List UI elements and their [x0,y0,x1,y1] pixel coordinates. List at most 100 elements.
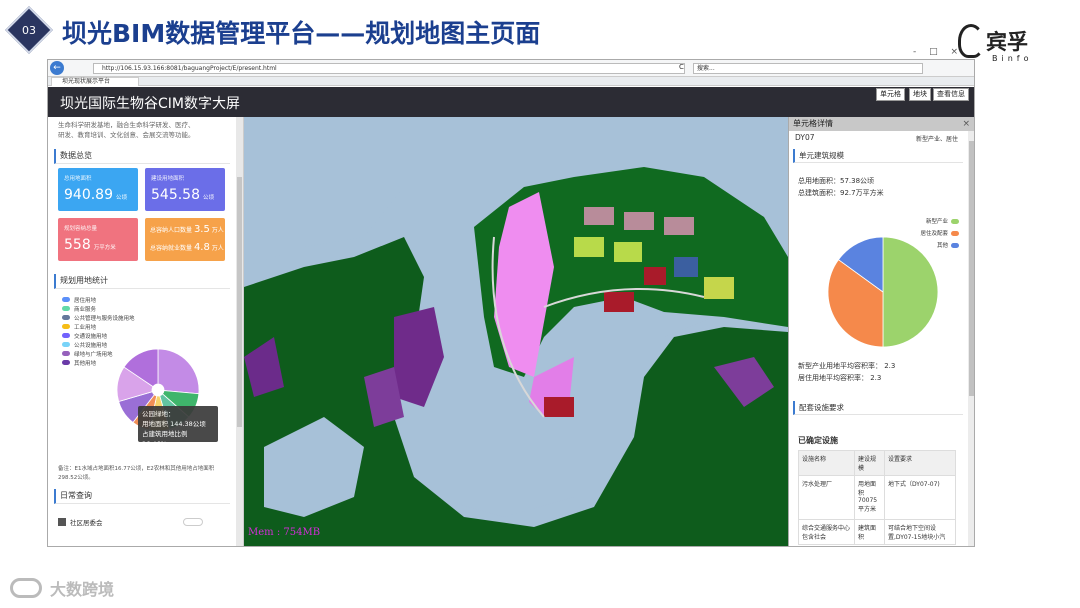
legend-swatch-icon [62,342,70,347]
overview-title: 数据总览 [54,149,230,164]
right-scrollbar[interactable] [968,131,974,546]
query-item[interactable]: 社区居委会 [58,517,203,527]
public-block[interactable] [604,292,634,312]
intro-line-1: 生命科学研发基地，融合生命科学研发、医疗、 [58,121,195,129]
close-window-button[interactable]: × [951,47,959,57]
employment-unit: 万人 [211,245,224,252]
cell-id-row: DY07 新型产业、居住 [789,131,974,143]
table-row[interactable]: 综合交通服务中心包含社会 建筑面积 可结合地下空间设置,DY07-15地块小汽 [798,519,956,545]
refresh-icon[interactable]: C [679,63,684,71]
intro-text: 生命科学研发基地，融合生命科学研发、医疗、 研发、教育培训、文化创意、会展交流等… [48,117,243,141]
right-panel: 单元格详情 × DY07 新型产业、居住 单元建筑规模 总用地面积：57.38公… [788,117,974,546]
residential-far-text: 居住用地平均容积率： 2.3 [798,374,882,382]
total-land-card[interactable]: 总用地面积 940.89 公顷 [58,168,138,211]
legend-item[interactable]: 商业服务 [62,304,243,313]
table-row[interactable]: 污水处理厂 用地面积70075平方米 地下式（DY07-07) [798,475,956,520]
landuse-pie-slice[interactable] [157,348,200,395]
community-icon [58,518,66,526]
landuse-note: 备注：E1水域占地面积16.77公顷，E2农林和其他用地占地面积298.52公顷… [58,466,215,481]
public-block[interactable] [644,267,666,285]
industrial-block[interactable] [704,277,734,299]
browser-window: ← http://106.15.93.166:8081/baguangProje… [47,59,975,547]
card-label: 规划容纳总量 [64,226,98,232]
facility-title: 配套设施要求 [793,401,963,415]
table-cell: 用地面积70075平方米 [854,475,885,520]
browser-search-input[interactable]: 搜索... [693,63,923,74]
back-button[interactable]: ← [50,61,64,75]
planned-capacity-card[interactable]: 规划容纳总量 558 万平方米 [58,218,138,261]
cell-detail-title: 单元格详情 [793,119,833,128]
close-icon[interactable]: × [962,117,970,131]
app-title: 坝光国际生物谷CIM数字大屏 [60,96,240,112]
overview-cards: 总用地面积 940.89 公顷 建设用地面积 545.58 公顷 规划容纳总量 55… [48,168,243,268]
watermark: 大数跨境 [10,576,114,600]
facility-block[interactable] [674,257,698,277]
right-scroll-thumb[interactable] [969,141,974,396]
building-scale-pie-chart[interactable] [823,232,943,352]
slide-number: 03 [22,23,36,37]
legend-item[interactable]: 公共管理与服务设施用地 [62,313,243,322]
legend-swatch-icon [62,315,70,320]
tooltip-ratio: 占建筑用地比例 26.46% [142,430,188,448]
legend-item[interactable]: 工业用地 [62,322,243,331]
table-cell: 综合交通服务中心包含社会 [798,519,855,545]
minimize-button[interactable]: - [913,47,916,57]
legend-swatch-icon [62,324,70,329]
scale-legend-swatch-icon [951,218,959,224]
industrial-block[interactable] [574,237,604,257]
left-panel: 生命科学研发基地，融合生命科学研发、医疗、 研发、教育培训、文化创意、会展交流等… [48,117,244,546]
card-unit: 公顷 [203,195,215,201]
column-header: 设施名称 [798,450,855,476]
window-controls: - □ × [913,47,958,57]
map-canvas[interactable] [244,117,788,547]
url-field[interactable]: http://106.15.93.166:8081/baguangProject… [93,63,685,74]
cell-id: DY07 [795,133,815,142]
maximize-button[interactable]: □ [929,47,938,57]
cell-detail-header: 单元格详情 × [789,117,974,131]
total-land-text: 总用地面积：57.38公顷 [798,177,875,185]
public-block[interactable] [544,397,574,417]
memory-readout: Mem : 754MB [248,527,321,538]
industrial-far-text: 新型产业用地平均容积率： 2.3 [798,362,896,370]
legend-label: 工业用地 [74,324,97,331]
scale-legend-swatch-icon [951,242,959,248]
population-card[interactable]: 总容纳人口数量 3.5 万人 总容纳就业数量 4.8 万人 [145,218,225,261]
legend-item[interactable]: 交通设施用地 [62,331,243,340]
residential-block[interactable] [664,217,694,235]
cell-button[interactable]: 单元格 [876,88,905,101]
pie-tooltip: 公园绿地： 用地面积 144.38公顷 占建筑用地比例 26.46% [138,406,218,448]
card-unit: 公顷 [116,195,128,201]
tab-strip: 坝光现状展示平台 [48,77,974,86]
scale-legend-item[interactable]: 新型产业 [899,217,959,225]
browser-tab[interactable]: 坝光现状展示平台 [51,77,139,86]
employment-label: 总容纳就业数量 [150,245,193,252]
construction-land-card[interactable]: 建设用地面积 545.58 公顷 [145,168,225,211]
legend-item[interactable]: 居住用地 [62,295,243,304]
industrial-block[interactable] [614,242,642,262]
scale-title: 单元建筑规模 [793,149,963,163]
legend-swatch-icon [62,297,70,302]
query-toggle[interactable] [182,518,203,526]
table-header-row: 设施名称 建设规模 设置要求 [798,450,956,476]
parcel-button[interactable]: 地块 [909,88,931,101]
legend-label: 绿地与广场用地 [74,351,113,358]
table-cell: 建筑面积 [854,519,885,545]
legend-swatch-icon [62,306,70,311]
residential-block[interactable] [584,207,614,225]
map-view[interactable]: Mem : 754MB [244,117,788,547]
residential-block[interactable] [624,212,654,230]
view-info-button[interactable]: 查看信息 [933,88,969,101]
card-value: 558 [64,237,91,253]
legend-label: 交通设施用地 [74,333,108,340]
building-scale-pie-slice[interactable] [882,236,939,348]
card-value: 545.58 [151,187,200,203]
population-label: 总容纳人口数量 [150,227,193,234]
population-unit: 万人 [211,227,224,234]
column-header: 建设规模 [854,450,885,476]
tooltip-title: 公园绿地： [142,410,175,418]
card-label: 总用地面积 [64,176,92,182]
facility-table: 设施名称 建设规模 设置要求 污水处理厂 用地面积70075平方米 地下式（DY… [798,450,956,545]
employment-value: 4.8 [193,242,210,253]
column-header: 设置要求 [884,450,956,476]
